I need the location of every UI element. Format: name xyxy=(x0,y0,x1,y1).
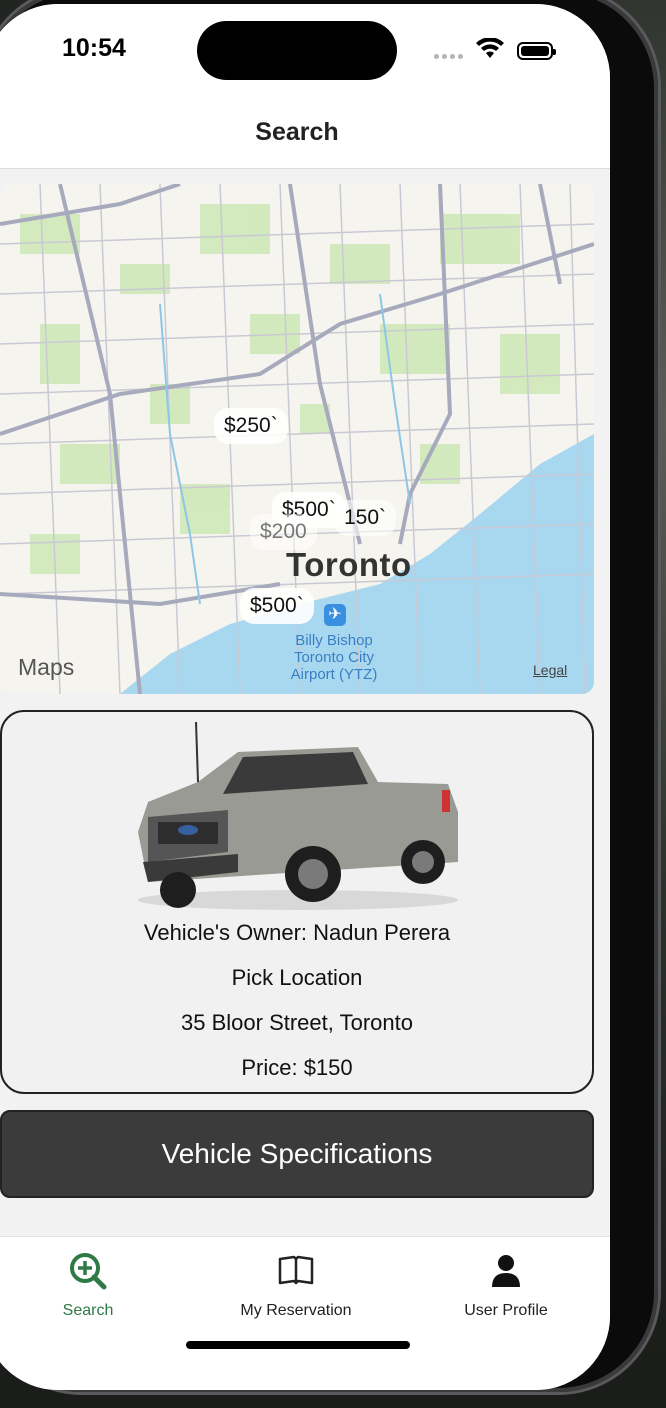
tab-label: User Profile xyxy=(464,1302,548,1319)
vehicle-card[interactable]: Vehicle's Owner: Nadun Perera Pick Locat… xyxy=(0,710,594,1094)
tab-my-reservation[interactable]: My Reservation xyxy=(206,1251,386,1320)
pick-location-label: Pick Location xyxy=(231,965,363,990)
price-pin[interactable]: $500` xyxy=(240,588,314,624)
book-icon xyxy=(278,1255,314,1285)
airport-icon: ✈ xyxy=(324,604,346,626)
status-time: 10:54 xyxy=(62,34,126,62)
tab-bar: Search My Reservation User Profile xyxy=(0,1236,610,1390)
maps-attribution: Maps xyxy=(18,654,75,680)
navigation-bar: Search xyxy=(0,104,610,169)
tab-label: Search xyxy=(62,1302,114,1319)
app-screen: 10:54 Search $250` $500` 150` $200 $500`… xyxy=(0,4,610,1390)
tab-search[interactable]: Search xyxy=(0,1251,178,1320)
cellular-signal-icon xyxy=(434,54,463,59)
person-icon xyxy=(492,1255,520,1287)
page-title: Search xyxy=(255,118,339,146)
dynamic-island xyxy=(197,21,397,80)
price-pin[interactable]: $250` xyxy=(214,408,288,444)
maps-legal-link[interactable]: Legal xyxy=(533,662,567,678)
vehicle-owner: Vehicle's Owner: Nadun Perera xyxy=(143,920,451,945)
status-bar: 10:54 xyxy=(0,4,610,104)
pick-address: 35 Bloor Street, Toronto xyxy=(181,1010,413,1035)
wifi-icon xyxy=(476,38,504,58)
price-pin[interactable]: $200 xyxy=(250,514,317,550)
battery-icon xyxy=(517,42,556,60)
price-pin[interactable]: 150` xyxy=(334,500,397,536)
tab-label: My Reservation xyxy=(240,1302,352,1319)
vehicle-image xyxy=(138,722,458,910)
map-view[interactable]: $250` $500` 150` $200 $500` Toronto ✈ Bi… xyxy=(0,184,594,694)
tab-user-profile[interactable]: User Profile xyxy=(416,1251,596,1320)
map-city-label: Toronto xyxy=(286,546,412,583)
vehicle-price: Price: $150 xyxy=(241,1055,353,1080)
phone-frame: 10:54 Search $250` $500` 150` $200 $500`… xyxy=(0,0,658,1392)
home-indicator xyxy=(186,1341,410,1349)
search-plus-icon xyxy=(70,1253,107,1290)
map-airport-label: Billy Bishop Toronto City Airport (YTZ) xyxy=(290,632,378,683)
vehicle-specifications-button[interactable]: Vehicle Specifications xyxy=(0,1110,594,1198)
